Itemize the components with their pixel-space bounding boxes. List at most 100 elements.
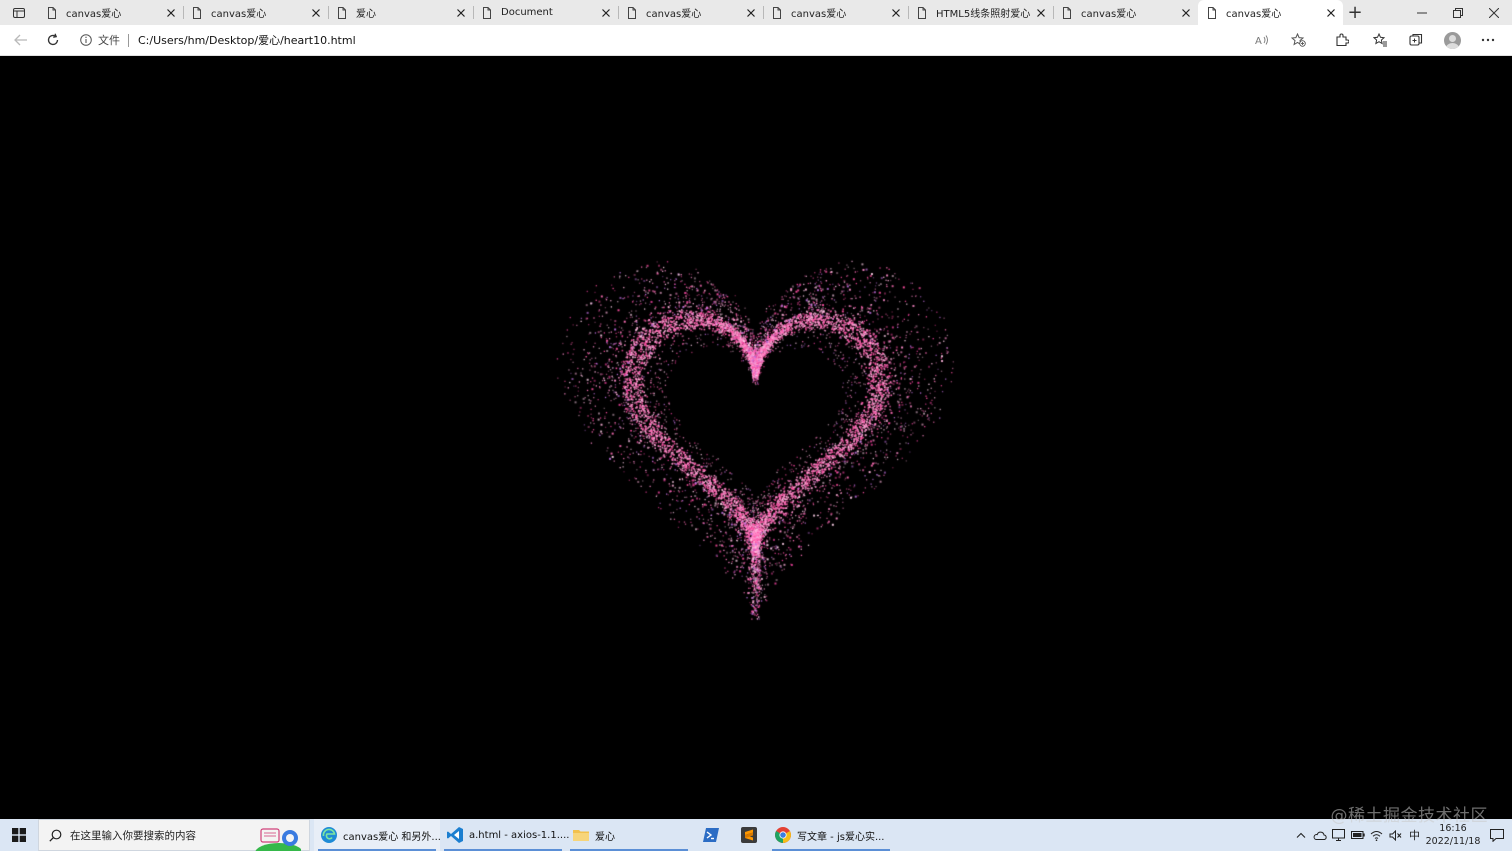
tab-title: canvas爱心 [1081,9,1137,20]
wifi-tray-icon[interactable] [1367,830,1386,841]
tab-title: Document [501,7,553,18]
browser-tab[interactable]: canvas爱心 [38,0,183,25]
edge-icon [320,826,338,844]
taskbar-app-button[interactable]: 写文章 - js爱心实... [768,819,894,851]
back-button[interactable] [6,27,36,53]
minimize-button[interactable] [1404,0,1440,25]
avatar [1443,31,1461,49]
tab-title: canvas爱心 [646,9,702,20]
close-icon [1489,7,1499,18]
browser-tab[interactable]: 爱心 [328,0,473,25]
page-icon [628,6,636,19]
tab-close-button[interactable] [165,7,177,19]
tab-title: canvas爱心 [66,9,122,20]
browser-tab[interactable]: canvas爱心 [618,0,763,25]
vscode-icon [446,826,464,844]
tab-close-button[interactable] [310,7,322,19]
close-icon [1182,8,1190,17]
browser-tab[interactable]: canvas爱心 [1053,0,1198,25]
restore-icon [1453,7,1463,18]
tab-close-button[interactable] [1180,7,1192,19]
browser-tab[interactable]: HTML5线条照射爱心 [908,0,1053,25]
battery-tray-icon[interactable] [1348,831,1367,839]
browser-tab[interactable]: canvas爱心 [763,0,908,25]
taskbar-app-button[interactable]: a.html - axios-1.1.... [440,819,570,851]
tab-title: canvas爱心 [1226,9,1282,20]
taskbar-app-label: 爱心 [595,831,615,843]
page-viewport [0,56,1512,819]
browser-tab[interactable]: Document [473,0,618,25]
tab-close-button[interactable] [890,7,902,19]
taskbar-app-label: a.html - axios-1.1.... [469,829,570,841]
browser-toolbar: 文件 C:/Users/hm/Desktop/爱心/heart10.html A [0,25,1512,56]
taskbar-app-label: 写文章 - js爱心实... [797,831,885,843]
browser-tab[interactable]: canvas爱心 [1198,0,1343,25]
onedrive-tray-icon[interactable] [1310,831,1329,840]
close-icon [747,8,755,17]
battery-icon [1350,831,1365,839]
monitor-icon [1332,829,1345,841]
close-window-button[interactable] [1476,0,1512,25]
sublime-icon [740,826,758,844]
site-info-button[interactable]: 文件 [80,33,129,47]
wifi-icon [1370,830,1383,841]
tab-close-button[interactable] [1325,7,1337,19]
info-icon [80,34,92,46]
collections-icon [1409,33,1423,46]
search-placeholder: 在这里输入你要搜索的内容 [70,829,196,842]
close-icon [1037,8,1045,17]
search-highlight-icon [255,828,301,851]
notification-icon [1490,828,1504,842]
tab-close-button[interactable] [745,7,757,19]
window-controls [1404,0,1512,25]
more-menu-button[interactable] [1470,27,1506,53]
tab-title: 爱心 [356,9,376,20]
taskbar-app-button[interactable]: canvas爱心 和另外... [314,819,441,851]
minimize-icon [1417,12,1427,13]
restore-button[interactable] [1440,0,1476,25]
page-icon [48,6,56,19]
speaker-muted-icon [1389,829,1402,841]
tab-title: canvas爱心 [211,9,267,20]
search-icon [49,829,62,842]
refresh-icon [47,33,59,46]
url-text[interactable]: C:/Users/hm/Desktop/爱心/heart10.html [138,32,356,48]
watermark: @稀土掘金技术社区 [1330,806,1488,826]
windows-logo-icon [12,828,26,842]
folder-icon [572,826,590,844]
new-tab-button[interactable]: + [1343,0,1367,25]
favorites-button[interactable] [1362,27,1398,53]
taskbar-app-button[interactable] [730,819,768,851]
start-button[interactable] [0,819,38,851]
read-aloud-button[interactable]: A [1244,27,1280,53]
read-aloud-icon: A [1255,34,1268,47]
notification-center-button[interactable] [1482,828,1512,842]
extensions-button[interactable] [1324,27,1360,53]
network-status-tray-icon[interactable] [1329,829,1348,841]
tab-actions-button[interactable] [0,0,38,25]
volume-tray-icon[interactable] [1386,829,1405,841]
heart-particle-canvas [0,56,1512,819]
tab-close-button[interactable] [600,7,612,19]
close-icon [1327,8,1335,17]
refresh-button[interactable] [38,27,68,53]
taskbar-app-button[interactable] [692,819,730,851]
show-hidden-icons-button[interactable] [1291,832,1310,838]
page-icon [918,6,926,19]
collections-button[interactable] [1398,27,1434,53]
add-favorite-button[interactable] [1280,27,1316,53]
ime-indicator[interactable]: 中 [1405,827,1424,843]
close-icon [892,8,900,17]
tab-close-button[interactable] [1035,7,1047,19]
address-bar[interactable]: 文件 C:/Users/hm/Desktop/爱心/heart10.html [80,28,1244,52]
page-icon [1063,6,1071,19]
taskbar-app-label: canvas爱心 和另外... [343,831,441,843]
taskbar-app-button[interactable]: 爱心 [566,819,692,851]
chevron-up-icon [1296,832,1305,838]
profile-button[interactable] [1434,27,1470,53]
tab-close-button[interactable] [455,7,467,19]
powershell-icon [702,826,720,844]
browser-tab[interactable]: canvas爱心 [183,0,328,25]
chrome-icon [774,826,792,844]
taskbar-search-box[interactable]: 在这里输入你要搜索的内容 [38,819,310,851]
